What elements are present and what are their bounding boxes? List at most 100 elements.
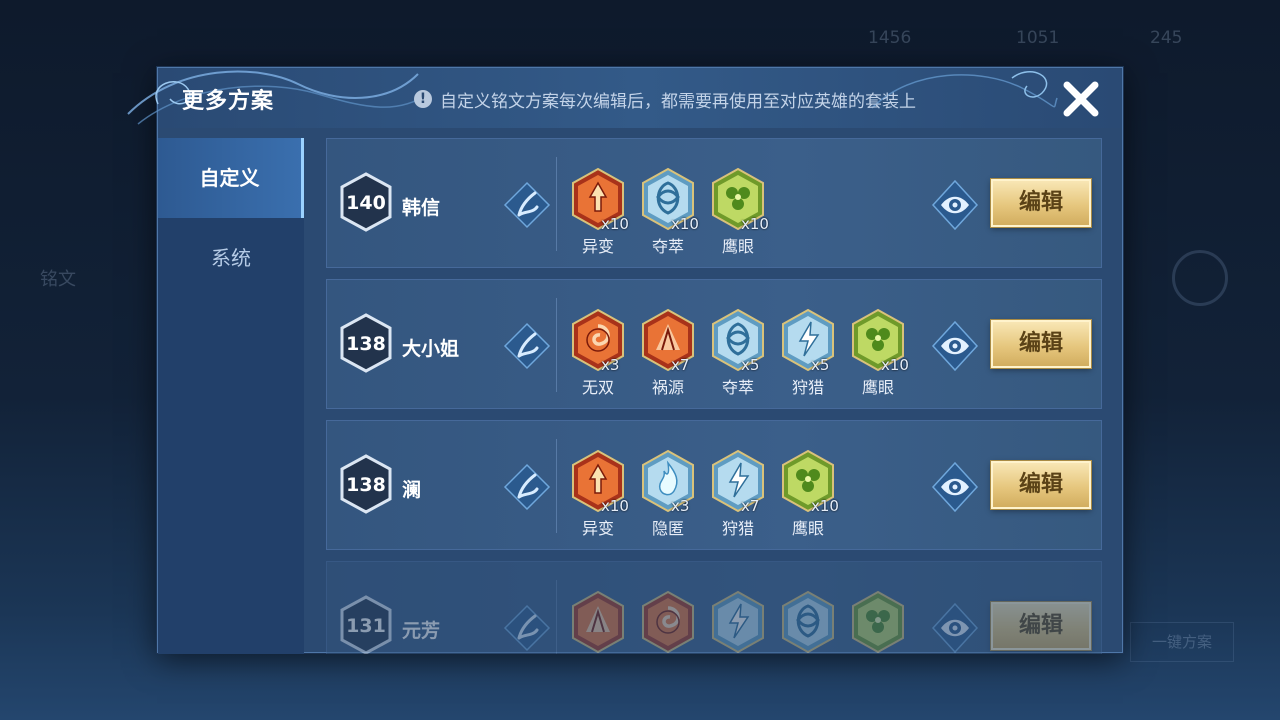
rune-count: x3 bbox=[601, 356, 620, 374]
plan-row[interactable]: 140 韩信 x10 异变 x10 夺萃 x10 鹰眼 编辑 bbox=[326, 138, 1102, 268]
rune-count: x10 bbox=[601, 215, 629, 233]
rune-name: 狩猎 bbox=[791, 378, 824, 397]
plan-row[interactable]: 138 大小姐 x3 无双 x7 祸源 x5 夺萃 x5 狩猎 x10 鹰眼 编辑 bbox=[326, 279, 1102, 409]
close-icon bbox=[1063, 81, 1099, 117]
rune-name: 鹰眼 bbox=[791, 519, 824, 538]
row-divider bbox=[556, 439, 557, 533]
rune-item[interactable]: x10 鹰眼 bbox=[847, 308, 917, 398]
level-value: 138 bbox=[346, 474, 386, 496]
rune-item[interactable]: x10 鹰眼 bbox=[777, 449, 847, 539]
bg-side-label: 铭文 bbox=[40, 269, 76, 290]
rune-item[interactable]: x7 狩猎 bbox=[707, 449, 777, 539]
rune-item[interactable]: x7 祸源 bbox=[637, 308, 707, 398]
edit-button[interactable]: 编辑 bbox=[991, 461, 1091, 509]
rune-name: 夺萃 bbox=[651, 237, 684, 256]
bg-rune-circle-icon bbox=[1172, 250, 1228, 306]
rename-button[interactable] bbox=[503, 604, 551, 652]
rune-count: x10 bbox=[741, 215, 769, 233]
bg-coin-count: 1456 bbox=[868, 28, 912, 48]
edit-button[interactable]: 编辑 bbox=[991, 602, 1091, 650]
hero-name: 元芳 bbox=[402, 620, 441, 642]
preview-button[interactable] bbox=[931, 602, 979, 654]
rune-name: 异变 bbox=[581, 519, 614, 538]
notice-text: 自定义铭文方案每次编辑后，都需要再使用至对应英雄的套装上 bbox=[440, 91, 916, 112]
rune-item[interactable]: x10 鹰眼 bbox=[707, 167, 777, 257]
rune-item[interactable] bbox=[847, 590, 917, 654]
rune-name: 狩猎 bbox=[721, 519, 754, 538]
bg-one-click-button: 一键方案 bbox=[1130, 622, 1234, 662]
info-icon: ! bbox=[414, 90, 432, 108]
plan-row[interactable]: 131 元芳 编辑 bbox=[326, 561, 1102, 654]
row-divider bbox=[556, 157, 557, 251]
rune-name: 隐匿 bbox=[651, 519, 684, 538]
bg-gem-count: 1051 bbox=[1016, 28, 1060, 48]
eye-icon bbox=[931, 320, 979, 372]
swirl-rune-icon bbox=[642, 590, 694, 654]
eye-icon bbox=[931, 179, 979, 231]
preview-button[interactable] bbox=[931, 320, 979, 372]
rune-item[interactable] bbox=[567, 590, 637, 654]
rune-item[interactable] bbox=[707, 590, 777, 654]
rune-item[interactable]: x10 夺萃 bbox=[637, 167, 707, 257]
row-divider bbox=[556, 580, 557, 654]
quill-pen-icon bbox=[503, 322, 551, 370]
rename-button[interactable] bbox=[503, 322, 551, 370]
edit-button[interactable]: 编辑 bbox=[991, 320, 1091, 368]
row-divider bbox=[556, 298, 557, 392]
rune-item[interactable]: x3 隐匿 bbox=[637, 449, 707, 539]
rune-name: 夺萃 bbox=[721, 378, 754, 397]
rune-count: x5 bbox=[811, 356, 830, 374]
plan-list[interactable]: 140 韩信 x10 异变 x10 夺萃 x10 鹰眼 编辑 138 大小姐 x3 无双 x7 祸源 x5 夺萃… bbox=[326, 138, 1102, 654]
hero-name: 澜 bbox=[402, 479, 422, 501]
rune-item[interactable]: x10 异变 bbox=[567, 449, 637, 539]
preview-button[interactable] bbox=[931, 179, 979, 231]
notice: ! 自定义铭文方案每次编辑后，都需要再使用至对应英雄的套装上 bbox=[414, 88, 916, 112]
hero-name: 大小姐 bbox=[402, 338, 460, 360]
rune-item[interactable] bbox=[637, 590, 707, 654]
quill-pen-icon bbox=[503, 463, 551, 511]
plan-tabs: 自定义 系统 bbox=[158, 138, 304, 654]
close-button[interactable] bbox=[1058, 76, 1104, 122]
rune-item[interactable]: x5 狩猎 bbox=[777, 308, 847, 398]
rename-button[interactable] bbox=[503, 181, 551, 229]
rune-count: x5 bbox=[741, 356, 760, 374]
rune-item[interactable] bbox=[777, 590, 847, 654]
level-badge-icon: 131 bbox=[340, 595, 392, 654]
rune-name: 异变 bbox=[581, 237, 614, 256]
rune-name: 鹰眼 bbox=[861, 378, 894, 397]
hero-name: 韩信 bbox=[402, 197, 441, 219]
rune-count: x10 bbox=[881, 356, 909, 374]
rune-item[interactable]: x5 夺萃 bbox=[707, 308, 777, 398]
fan-rune-icon bbox=[572, 590, 624, 654]
rune-count: x10 bbox=[671, 215, 699, 233]
background-topbar: 1456 1051 245 bbox=[0, 0, 1280, 66]
rune-item[interactable]: x3 无双 bbox=[567, 308, 637, 398]
clover-rune-icon bbox=[852, 590, 904, 654]
preview-button[interactable] bbox=[931, 461, 979, 513]
level-value: 131 bbox=[346, 615, 386, 637]
level-badge-icon: 138 bbox=[340, 454, 392, 514]
knot-rune-icon bbox=[782, 590, 834, 654]
modal-header: 更多方案 ! 自定义铭文方案每次编辑后，都需要再使用至对应英雄的套装上 bbox=[127, 68, 1122, 128]
edit-button[interactable]: 编辑 bbox=[991, 179, 1091, 227]
eye-icon bbox=[931, 461, 979, 513]
rune-name: 无双 bbox=[581, 378, 614, 397]
rename-button[interactable] bbox=[503, 463, 551, 511]
rune-name: 鹰眼 bbox=[721, 237, 754, 256]
quill-pen-icon bbox=[503, 181, 551, 229]
more-plans-modal: 更多方案 ! 自定义铭文方案每次编辑后，都需要再使用至对应英雄的套装上 自定义 … bbox=[127, 67, 1123, 654]
rune-count: x3 bbox=[671, 497, 690, 515]
lightning-rune-icon bbox=[712, 590, 764, 654]
quill-pen-icon bbox=[503, 604, 551, 652]
rune-name: 祸源 bbox=[651, 378, 684, 397]
bg-diamond-count: 245 bbox=[1150, 28, 1183, 48]
level-value: 138 bbox=[346, 333, 386, 355]
rune-count: x10 bbox=[811, 497, 839, 515]
rune-count: x10 bbox=[601, 497, 629, 515]
tab-custom[interactable]: 自定义 bbox=[158, 138, 304, 218]
rune-item[interactable]: x10 异变 bbox=[567, 167, 637, 257]
tab-system[interactable]: 系统 bbox=[158, 218, 304, 298]
modal-title: 更多方案 bbox=[182, 89, 275, 114]
plan-row[interactable]: 138 澜 x10 异变 x3 隐匿 x7 狩猎 x10 鹰眼 编辑 bbox=[326, 420, 1102, 550]
rune-count: x7 bbox=[671, 356, 690, 374]
